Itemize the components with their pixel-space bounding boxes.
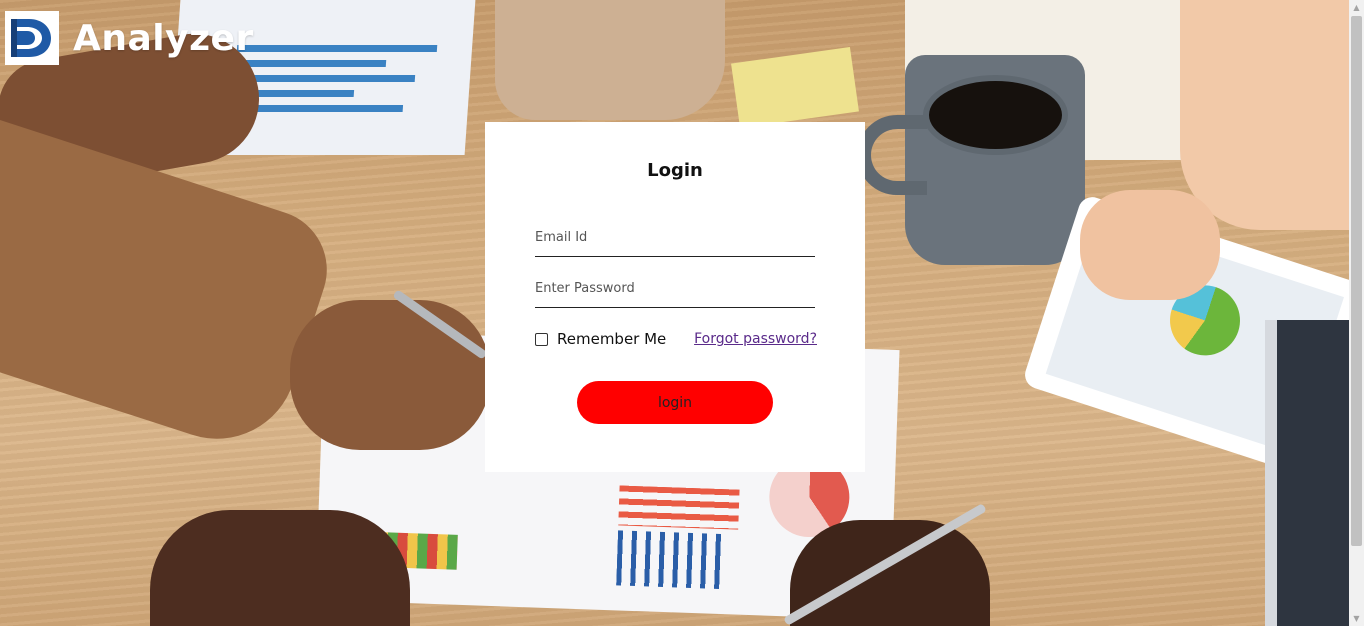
remember-row: Remember Me Forgot password? xyxy=(535,330,817,348)
page-scrollbar[interactable]: ▲ ▼ xyxy=(1349,0,1364,626)
coffee-mug xyxy=(857,55,1085,265)
remember-me-label[interactable]: Remember Me xyxy=(557,330,666,348)
arm-right xyxy=(1180,0,1349,230)
laptop xyxy=(1265,320,1349,626)
forgot-password-link[interactable]: Forgot password? xyxy=(694,331,817,347)
sleeve-top xyxy=(495,0,725,120)
password-input[interactable] xyxy=(535,270,815,308)
email-input[interactable] xyxy=(535,219,815,257)
hand-bottom-right xyxy=(790,520,990,626)
scroll-up-icon[interactable]: ▲ xyxy=(1349,0,1364,15)
scroll-down-icon[interactable]: ▼ xyxy=(1349,611,1364,626)
d-logo-icon xyxy=(5,11,59,65)
hand-right xyxy=(1080,190,1220,300)
brand-name: Analyzer xyxy=(73,17,254,59)
login-button[interactable]: login xyxy=(577,381,773,424)
hand-left xyxy=(290,300,490,450)
login-card: Login Remember Me Forgot password? login xyxy=(485,122,865,472)
hand-bottom xyxy=(150,510,410,626)
scrollbar-thumb[interactable] xyxy=(1351,16,1362,546)
remember-me-checkbox[interactable] xyxy=(535,332,548,346)
login-title: Login xyxy=(647,160,703,181)
logo[interactable]: Analyzer xyxy=(5,11,254,65)
